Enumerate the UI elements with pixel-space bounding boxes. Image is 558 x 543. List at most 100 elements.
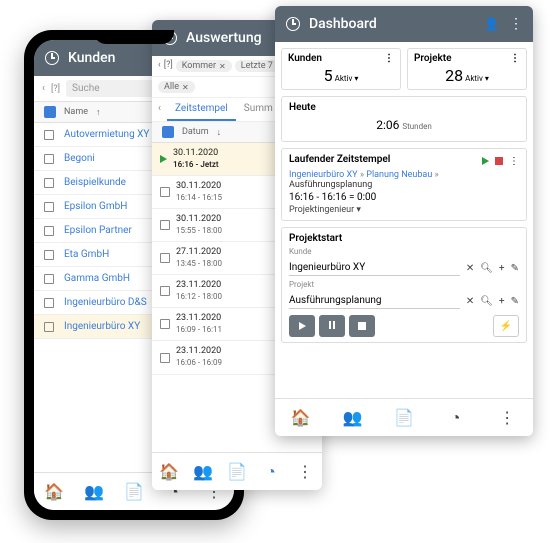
kunde-input[interactable]: Ingenieurbüro XY (289, 260, 460, 276)
filter-icon[interactable]: [?] (51, 84, 60, 94)
home-icon[interactable]: 🏠 (45, 483, 63, 501)
col-name[interactable]: Name (64, 107, 88, 117)
checkbox[interactable] (44, 178, 54, 188)
clock-nav-icon[interactable]: ◔ (447, 409, 465, 427)
people-icon[interactable]: 👥 (194, 463, 212, 481)
quick-button[interactable]: ⚡ (493, 315, 519, 337)
caret-icon[interactable]: ▾ (485, 74, 489, 83)
grid-icon[interactable] (44, 106, 56, 118)
clear-icon[interactable]: ✕ (466, 296, 474, 307)
add-icon[interactable]: + (499, 296, 505, 307)
chip-kommer[interactable]: Kommer✕ (176, 60, 232, 72)
add-icon[interactable]: + (499, 263, 505, 274)
running-label: Laufender Zeitstempel (289, 154, 390, 165)
section-running-ts: Laufender Zeitstempel ⋮ Ingenieurbüro XY… (281, 148, 527, 221)
checkbox[interactable] (160, 220, 170, 230)
kunde-name[interactable]: Eta GmbH (64, 249, 109, 260)
checkbox[interactable] (44, 322, 54, 332)
checkbox[interactable] (44, 154, 54, 164)
card-projekte[interactable]: Projekte⋮ 28Aktiv▾ (407, 48, 527, 90)
more-nav-icon[interactable]: ⋮ (498, 409, 516, 427)
kunde-name[interactable]: Epsilon Partner (64, 225, 132, 236)
chip-close-icon: ✕ (182, 83, 189, 92)
home-icon[interactable]: 🏠 (292, 409, 310, 427)
card-title: Kunden (288, 53, 322, 64)
kunde-name[interactable]: Begoni (64, 153, 95, 164)
card-value: 5 (324, 66, 333, 85)
card-title: Projekte (414, 53, 452, 64)
kunde-name[interactable]: Epsilon GmbH (64, 201, 127, 212)
checkbox[interactable] (44, 274, 54, 284)
chip-alle[interactable]: Alle✕ (158, 81, 195, 93)
breadcrumb[interactable]: Ingenieurbüro XY » Planung Neubau » Ausf… (289, 170, 519, 190)
checkbox[interactable] (160, 187, 170, 197)
card-more-icon[interactable]: ⋮ (384, 53, 394, 64)
edit-icon[interactable]: ✎ (511, 296, 519, 307)
back-icon[interactable]: ‹ (158, 60, 161, 72)
checkbox[interactable] (44, 298, 54, 308)
card-value: 28 (445, 66, 463, 85)
search-icon[interactable]: 🔍︎ (480, 296, 493, 307)
document-icon[interactable]: 📄 (395, 409, 413, 427)
tab-zeitstempel[interactable]: Zeitstempel (167, 98, 236, 121)
projekt-label: Projekt (289, 280, 519, 289)
kunde-name[interactable]: Beispielkunde (64, 177, 126, 188)
stop-icon[interactable] (495, 157, 503, 165)
bottom-nav: 🏠 👥 📄 ◔ ⋮ (275, 398, 533, 436)
user-icon[interactable]: 👤 (484, 17, 499, 31)
checkbox[interactable] (44, 226, 54, 236)
sort-icon[interactable]: ↑ (96, 107, 101, 118)
bottom-nav: 🏠 👥 📄 ◔ ⋮ (152, 452, 322, 490)
clock-nav-icon[interactable]: ◔ (262, 463, 280, 481)
checkbox[interactable] (160, 253, 170, 263)
projekt-input[interactable]: Ausführungsplanung (289, 293, 460, 309)
projektstart-label: Projektstart (289, 233, 519, 244)
back-icon[interactable]: ‹ (152, 98, 167, 121)
appbar-title: Auswertung (186, 30, 288, 46)
heute-label: Heute (289, 102, 519, 113)
kunde-name[interactable]: Gamma GmbH (64, 273, 130, 284)
document-icon[interactable]: 📄 (125, 483, 143, 501)
appbar-dashboard: Dashboard 👤 ⋮ (275, 6, 533, 42)
kunde-name[interactable]: Autovermietung XY (64, 129, 149, 140)
play-icon (160, 155, 167, 163)
col-datum[interactable]: Datum (182, 127, 209, 137)
checkbox[interactable] (160, 286, 170, 296)
checkbox[interactable] (44, 202, 54, 212)
caret-icon[interactable]: ▾ (354, 74, 358, 83)
checkbox[interactable] (44, 130, 54, 140)
filter-icon[interactable]: [?] (164, 60, 173, 72)
document-icon[interactable]: 📄 (228, 463, 246, 481)
more-icon[interactable]: ⋮ (509, 156, 519, 167)
play-icon[interactable] (482, 157, 489, 165)
checkbox[interactable] (160, 319, 170, 329)
checkbox[interactable] (44, 250, 54, 260)
kunde-name[interactable]: Ingenieurbüro D&S (64, 297, 147, 308)
edit-icon[interactable]: ✎ (511, 263, 519, 274)
checkbox[interactable] (160, 353, 170, 363)
home-icon[interactable]: 🏠 (160, 463, 178, 481)
role-select[interactable]: Projektingenieur ▾ (289, 205, 519, 215)
card-more-icon[interactable]: ⋮ (510, 53, 520, 64)
appbar-title: Dashboard (309, 16, 476, 32)
more-nav-icon[interactable]: ⋮ (296, 463, 314, 481)
pause-button[interactable] (319, 315, 345, 337)
stop-button[interactable] (349, 315, 375, 337)
people-icon[interactable]: 👥 (85, 483, 103, 501)
clock-icon (44, 50, 60, 66)
heute-suffix: Stunden (402, 122, 431, 131)
back-icon[interactable]: ‹ (42, 83, 45, 94)
card-suffix: Aktiv (335, 74, 353, 83)
phone-notch (94, 30, 174, 44)
clear-icon[interactable]: ✕ (466, 263, 474, 274)
more-icon[interactable]: ⋮ (507, 16, 523, 32)
search-icon[interactable]: 🔍︎ (480, 263, 493, 274)
people-icon[interactable]: 👥 (343, 409, 361, 427)
sort-icon[interactable]: ↓ (217, 127, 222, 138)
play-button[interactable] (289, 315, 315, 337)
running-time: 16:16 - 16:16 = 0:00 (289, 192, 519, 203)
kunde-name[interactable]: Ingenieurbüro XY (64, 321, 140, 332)
card-kunden[interactable]: Kunden ⋮ 5Aktiv▾ (281, 48, 401, 90)
panel-dashboard: Dashboard 👤 ⋮ Kunden⋮ 5Aktiv▾ Projekte⋮ … (275, 6, 533, 436)
grid-icon[interactable] (162, 126, 174, 138)
